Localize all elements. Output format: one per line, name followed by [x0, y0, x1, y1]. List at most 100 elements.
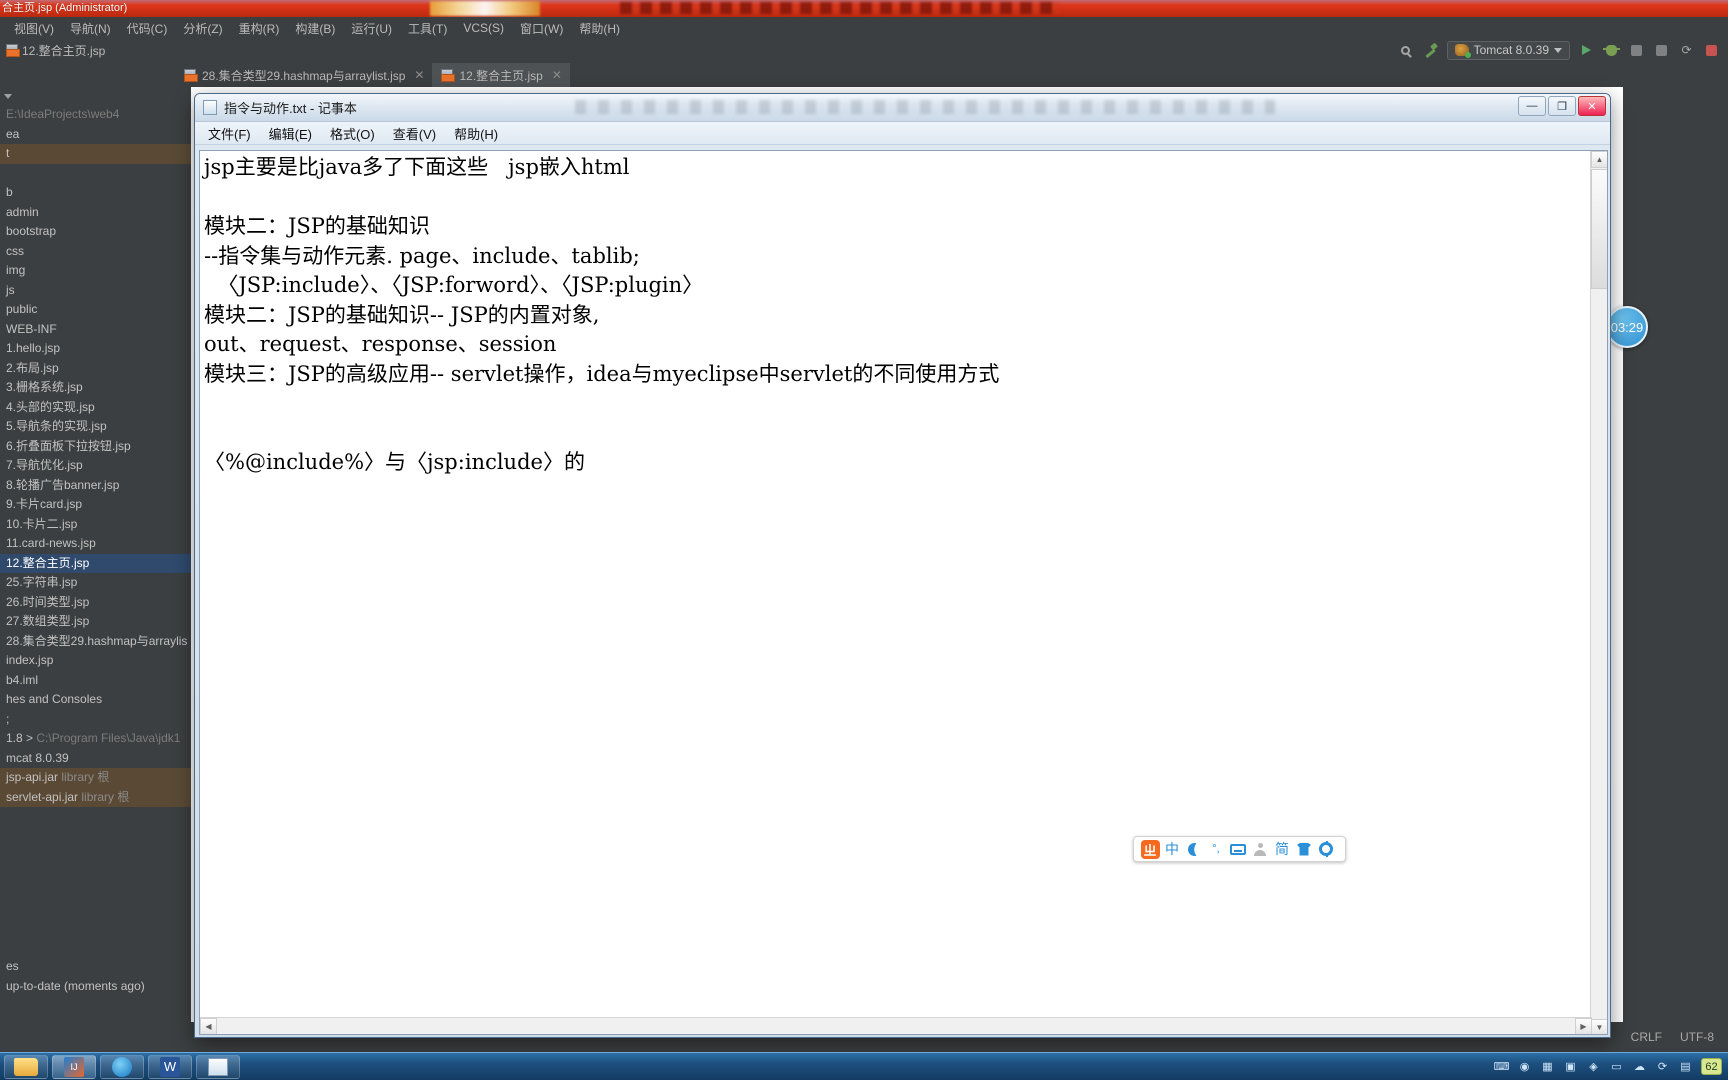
- punctuation-icon[interactable]: °,: [1205, 838, 1227, 860]
- tree-row-js[interactable]: js: [0, 281, 191, 301]
- profile-button[interactable]: [1653, 42, 1670, 59]
- timer-badge[interactable]: 03:29: [1606, 306, 1648, 348]
- tree-row-libraries-group[interactable]: ;: [0, 710, 191, 730]
- notepad-menu-help[interactable]: 帮助(H): [446, 122, 506, 145]
- sogou-logo-icon[interactable]: ㄓ: [1139, 838, 1161, 860]
- tree-row-card2-jsp[interactable]: 10.卡片二.jsp: [0, 515, 191, 535]
- tree-row-iml[interactable]: b4.iml: [0, 671, 191, 691]
- notepad-window[interactable]: 指令与动作.txt - 记事本 — ❐ ✕ 文件(F) 编辑(E) 格式(O) …: [194, 93, 1611, 1038]
- menu-item-tools[interactable]: 工具(T): [400, 18, 455, 39]
- run-with-coverage-button[interactable]: [1628, 42, 1645, 59]
- encoding-indicator[interactable]: UTF-8: [1680, 1030, 1714, 1044]
- editor-tab-index-main[interactable]: 12.整合主页.jsp ✕: [432, 63, 570, 87]
- simplified-chinese-icon[interactable]: 简: [1271, 838, 1293, 860]
- build-hammer-icon[interactable]: [1422, 42, 1439, 59]
- breadcrumb[interactable]: 12.整合主页.jsp: [6, 42, 105, 59]
- tree-row-array-jsp[interactable]: 27.数组类型.jsp: [0, 612, 191, 632]
- scroll-left-arrow-icon[interactable]: ◀: [200, 1018, 217, 1034]
- menu-item-view[interactable]: 视图(V): [6, 18, 62, 39]
- scroll-down-arrow-icon[interactable]: ▼: [1591, 1019, 1607, 1034]
- tree-row-out[interactable]: t: [0, 144, 191, 164]
- menu-item-navigate[interactable]: 导航(N): [62, 18, 119, 39]
- settings-gear-icon[interactable]: [1315, 838, 1337, 860]
- taskbar-button-explorer[interactable]: [4, 1054, 48, 1079]
- tree-row-css[interactable]: css: [0, 242, 191, 262]
- close-icon[interactable]: ✕: [552, 68, 562, 82]
- stop-button[interactable]: [1703, 42, 1720, 59]
- tree-row-project-path[interactable]: E:\IdeaProjects\web4: [0, 105, 191, 125]
- vertical-scroll-thumb[interactable]: [1591, 169, 1607, 289]
- close-icon[interactable]: ✕: [414, 68, 424, 82]
- close-button[interactable]: ✕: [1578, 96, 1606, 116]
- taskbar-button-intellij-idea[interactable]: IJ: [52, 1054, 96, 1079]
- skin-icon[interactable]: [1293, 838, 1315, 860]
- notepad-horizontal-scrollbar[interactable]: ◀ ▶: [200, 1017, 1592, 1034]
- tree-row-time-jsp[interactable]: 26.时间类型.jsp: [0, 593, 191, 613]
- tree-row-blank[interactable]: [0, 164, 191, 184]
- tree-row-jdk[interactable]: 1.8 > C:\Program Files\Java\jdk1: [0, 729, 191, 749]
- notepad-menu-format[interactable]: 格式(O): [322, 122, 383, 145]
- tree-row-public[interactable]: public: [0, 300, 191, 320]
- chevron-down-icon[interactable]: [4, 93, 12, 99]
- tray-shield-icon[interactable]: ◈: [1586, 1059, 1601, 1074]
- user-icon[interactable]: [1249, 838, 1271, 860]
- menu-item-refactor[interactable]: 重构(R): [231, 18, 288, 39]
- tray-update-icon[interactable]: ⟳: [1655, 1059, 1670, 1074]
- tree-row-card-news-jsp[interactable]: 11.card-news.jsp: [0, 534, 191, 554]
- notepad-vertical-scrollbar[interactable]: ▲ ▼: [1590, 151, 1607, 1034]
- maximize-button[interactable]: ❐: [1548, 96, 1576, 116]
- notepad-menu-edit[interactable]: 编辑(E): [261, 122, 320, 145]
- tree-row-collection-jsp[interactable]: 28.集合类型29.hashmap与arraylis: [0, 632, 191, 652]
- tree-row-idea[interactable]: ea: [0, 125, 191, 145]
- tree-row-nav-jsp[interactable]: 5.导航条的实现.jsp: [0, 417, 191, 437]
- tree-row-collapse-jsp[interactable]: 6.折叠面板下拉按钮.jsp: [0, 437, 191, 457]
- tree-row-img[interactable]: img: [0, 261, 191, 281]
- tree-row-servlet-api-jar[interactable]: servlet-api.jar library 根: [0, 787, 191, 807]
- tree-row-jsp-api-jar[interactable]: jsp-api.jar library 根: [0, 768, 191, 788]
- search-everywhere-icon[interactable]: [1397, 42, 1414, 59]
- menu-item-vcs[interactable]: VCS(S): [455, 19, 512, 37]
- tree-row-card-jsp[interactable]: 9.卡片card.jsp: [0, 495, 191, 515]
- tree-row-admin[interactable]: admin: [0, 203, 191, 223]
- update-app-button[interactable]: ⟳: [1678, 42, 1695, 59]
- tree-row-grid-jsp[interactable]: 3.栅格系统.jsp: [0, 378, 191, 398]
- tray-network-icon[interactable]: ▦: [1540, 1059, 1555, 1074]
- menu-item-run[interactable]: 运行(U): [343, 18, 400, 39]
- menu-item-code[interactable]: 代码(C): [119, 18, 176, 39]
- scroll-right-arrow-icon[interactable]: ▶: [1575, 1018, 1592, 1034]
- moon-icon[interactable]: [1183, 838, 1205, 860]
- tree-row-index-jsp[interactable]: index.jsp: [0, 651, 191, 671]
- tray-note-icon[interactable]: ▤: [1678, 1059, 1693, 1074]
- taskbar-button-internet-explorer[interactable]: [100, 1054, 144, 1079]
- tray-battery-icon[interactable]: ▭: [1609, 1059, 1624, 1074]
- tree-row-layout-jsp[interactable]: 2.布局.jsp: [0, 359, 191, 379]
- tray-ime-icon[interactable]: ⌨: [1494, 1059, 1510, 1074]
- tray-cloud-icon[interactable]: ☁: [1632, 1059, 1647, 1074]
- debug-button[interactable]: [1603, 42, 1620, 59]
- tree-row-index-main-jsp[interactable]: 12.整合主页.jsp: [0, 553, 191, 573]
- menu-item-build[interactable]: 构建(B): [287, 18, 343, 39]
- tray-monitor-icon[interactable]: ▣: [1563, 1059, 1578, 1074]
- taskbar-button-notepad[interactable]: [196, 1054, 240, 1079]
- tree-row-tomcat[interactable]: mcat 8.0.39: [0, 749, 191, 769]
- notepad-content[interactable]: jsp主要是比java多了下面这些 jsp嵌入html 模块二：JSP的基础知识…: [204, 153, 1587, 478]
- run-configuration-selector[interactable]: Tomcat 8.0.39: [1446, 40, 1570, 60]
- tree-row-web-inf[interactable]: WEB-INF: [0, 320, 191, 340]
- notepad-text-area[interactable]: jsp主要是比java多了下面这些 jsp嵌入html 模块二：JSP的基础知识…: [199, 150, 1608, 1035]
- tree-row-web[interactable]: b: [0, 183, 191, 203]
- menu-item-help[interactable]: 帮助(H): [571, 18, 628, 39]
- tree-row-header-jsp[interactable]: 4.头部的实现.jsp: [0, 398, 191, 418]
- notepad-menu-view[interactable]: 查看(V): [385, 122, 444, 145]
- chinese-mode-icon[interactable]: 中: [1161, 838, 1183, 860]
- line-separator-indicator[interactable]: CRLF: [1631, 1030, 1662, 1044]
- notepad-menu-file[interactable]: 文件(F): [200, 122, 259, 145]
- tree-row-hello-jsp[interactable]: 1.hello.jsp: [0, 339, 191, 359]
- minimize-button[interactable]: —: [1518, 96, 1546, 116]
- tray-volume-icon[interactable]: ◉: [1517, 1059, 1532, 1074]
- ime-toolbar[interactable]: ㄓ 中 °, 简: [1133, 836, 1346, 862]
- run-button[interactable]: [1578, 42, 1595, 59]
- tree-row-navopt-jsp[interactable]: 7.导航优化.jsp: [0, 456, 191, 476]
- scroll-up-arrow-icon[interactable]: ▲: [1591, 151, 1607, 168]
- taskbar-button-word[interactable]: W: [148, 1054, 192, 1079]
- tree-row-banner-jsp[interactable]: 8.轮播广告banner.jsp: [0, 476, 191, 496]
